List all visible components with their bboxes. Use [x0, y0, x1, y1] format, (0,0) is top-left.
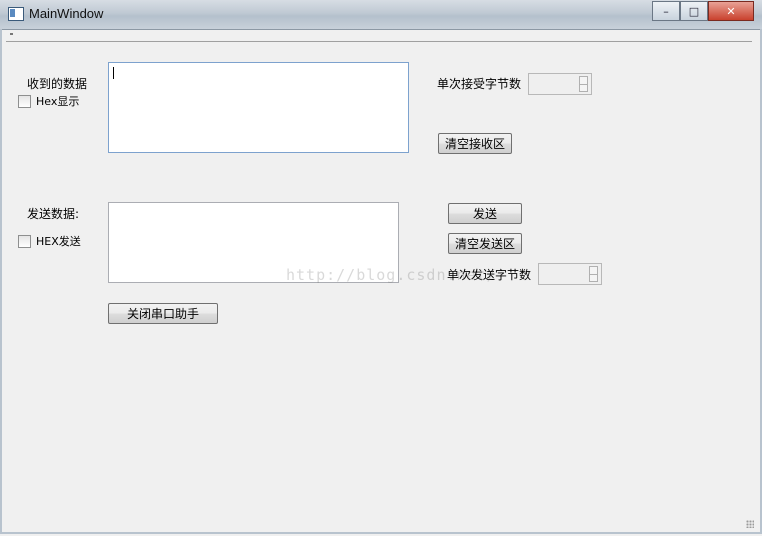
hex-display-checkbox[interactable]: Hex显示 — [18, 93, 79, 109]
minimize-button[interactable]: – — [652, 1, 680, 21]
checkbox-box[interactable] — [18, 94, 31, 108]
maximize-button[interactable]: □ — [680, 1, 708, 21]
text-caret — [113, 67, 114, 79]
receive-bytes-spinbox[interactable] — [528, 73, 592, 95]
hex-send-label: HEX发送 — [36, 235, 81, 248]
window-controls: – □ ✕ — [652, 1, 754, 21]
send-data-label: 发送数据: — [27, 207, 80, 221]
spin-arrows-icon[interactable] — [579, 76, 588, 92]
resize-grip-icon[interactable] — [746, 520, 754, 528]
menubar-handle — [10, 33, 13, 35]
hex-send-checkbox[interactable]: HEX发送 — [18, 233, 81, 249]
menubar-separator — [6, 41, 752, 42]
app-window-icon — [8, 7, 24, 21]
clear-send-button[interactable]: 清空发送区 — [448, 233, 522, 254]
window-title: MainWindow — [29, 6, 104, 21]
watermark: http://blog.csdn.net/ — [286, 266, 497, 284]
title-bar[interactable]: MainWindow – □ ✕ — [0, 0, 762, 30]
send-bytes-spinbox[interactable] — [538, 263, 602, 285]
receive-text-area[interactable] — [108, 62, 409, 153]
close-window-button[interactable]: ✕ — [708, 1, 754, 21]
spin-arrows-icon[interactable] — [589, 266, 598, 282]
receive-bytes-label: 单次接受字节数 — [437, 77, 522, 91]
hex-display-label: Hex显示 — [36, 95, 80, 108]
checkbox-box[interactable] — [18, 234, 31, 248]
close-serial-assistant-button[interactable]: 关闭串口助手 — [108, 303, 218, 324]
send-button[interactable]: 发送 — [448, 203, 522, 224]
received-data-label: 收到的数据 — [27, 77, 88, 91]
clear-receive-button[interactable]: 清空接收区 — [438, 133, 512, 154]
